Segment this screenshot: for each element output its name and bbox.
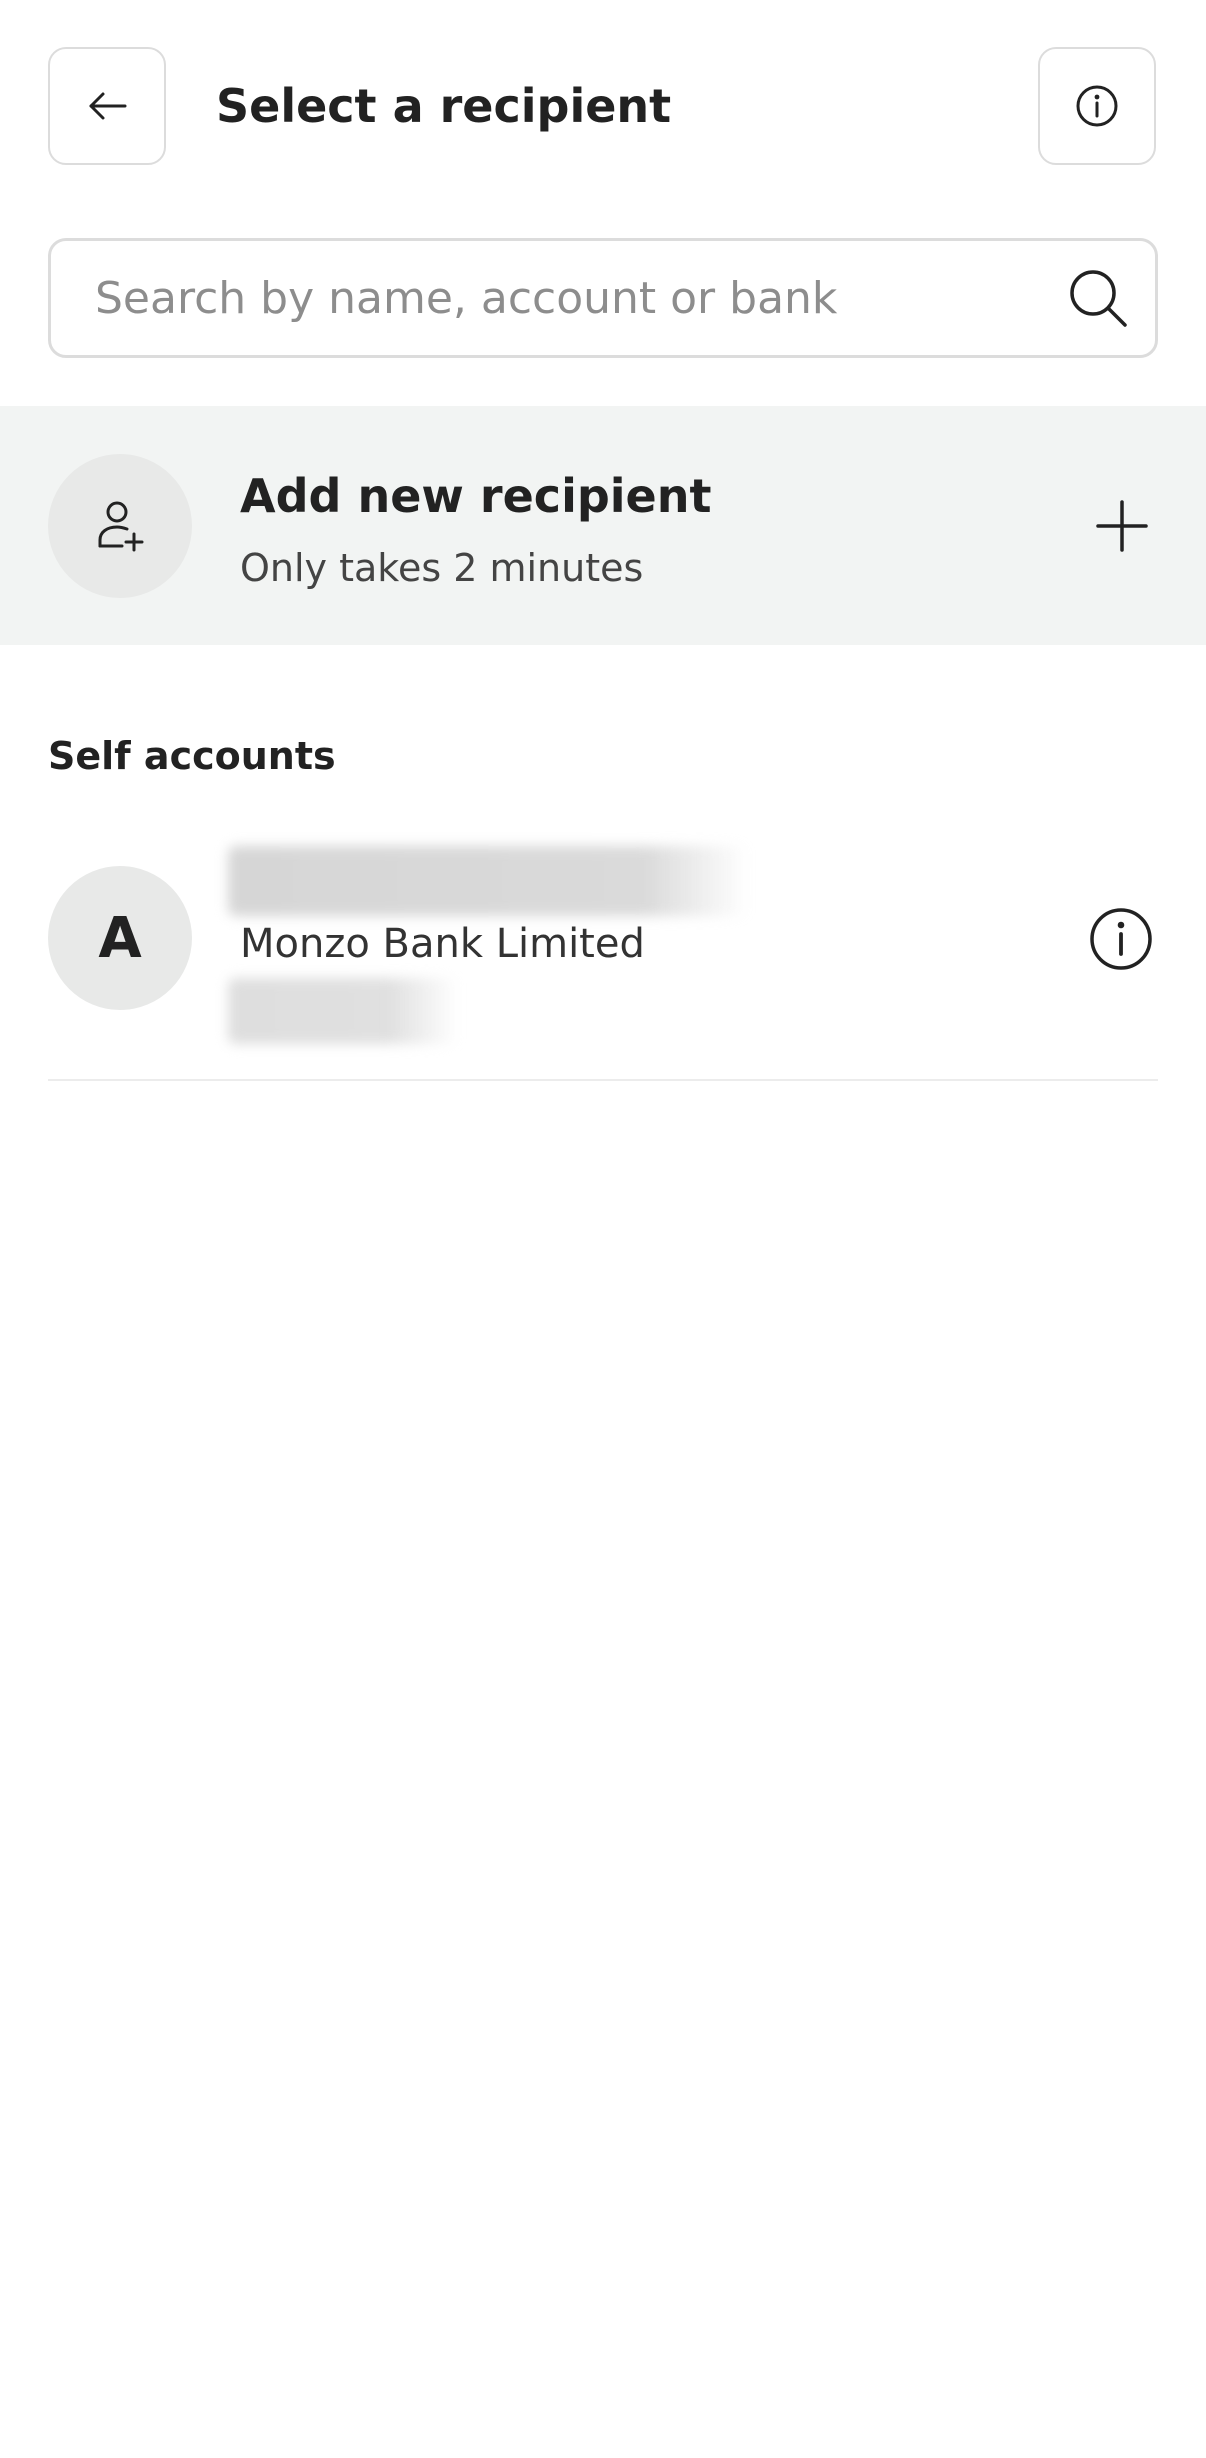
back-button[interactable] xyxy=(48,47,166,165)
search-input[interactable] xyxy=(95,241,1015,355)
add-new-recipient-row[interactable]: Add new recipient Only takes 2 minutes xyxy=(0,406,1206,645)
account-bank-name: Monzo Bank Limited xyxy=(240,921,645,967)
section-title-self-accounts: Self accounts xyxy=(48,734,336,778)
person-plus-icon xyxy=(98,501,144,552)
redacted-account-number xyxy=(228,978,458,1044)
plus-icon[interactable] xyxy=(1096,500,1148,552)
arrow-left-icon xyxy=(89,92,127,120)
list-item-self-account[interactable]: A Monzo Bank Limited xyxy=(0,840,1206,1080)
info-button[interactable] xyxy=(1038,47,1156,165)
add-recipient-avatar xyxy=(48,454,192,598)
header: Select a recipient xyxy=(0,0,1206,200)
account-avatar: A xyxy=(48,866,192,1010)
info-icon[interactable] xyxy=(1088,906,1154,972)
add-recipient-title: Add new recipient xyxy=(240,469,712,523)
divider xyxy=(48,1079,1158,1081)
search-box xyxy=(48,238,1158,358)
page-title: Select a recipient xyxy=(216,79,672,133)
add-recipient-subtitle: Only takes 2 minutes xyxy=(240,546,644,590)
info-icon xyxy=(1076,85,1118,127)
redacted-account-name xyxy=(228,846,748,916)
avatar-initial: A xyxy=(98,905,142,971)
search-icon[interactable] xyxy=(1067,267,1129,329)
